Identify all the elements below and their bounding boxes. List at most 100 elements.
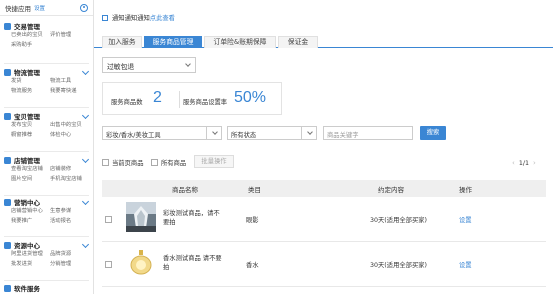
eyeshadow-product-thumbnail[interactable] xyxy=(126,202,156,232)
sidebar-item[interactable]: 橱窗推荐 xyxy=(11,131,50,140)
sidebar-section-name: 店铺管理 xyxy=(14,157,40,165)
sidebar-item[interactable]: 店铺装修 xyxy=(50,165,90,174)
notice-text: 通知通知通知 xyxy=(112,15,150,22)
notice-icon xyxy=(102,14,108,21)
search-button[interactable]: 搜索 xyxy=(420,126,446,140)
sidebar-section-items: 宝贝管理 发布宝贝 出售中的宝贝 橱窗推荐 体检中心 xyxy=(0,111,94,140)
notice-bar: 通知通知通知 点此查看 xyxy=(102,13,175,22)
keyword-input-placeholder: 商品关键字 xyxy=(327,131,359,139)
perfume-product-thumbnail[interactable] xyxy=(126,247,156,277)
tab-join-service[interactable]: 加入服务 xyxy=(102,36,142,48)
checkbox[interactable] xyxy=(151,159,158,166)
row-checkbox[interactable] xyxy=(105,261,112,268)
category-select[interactable]: 彩妆/香水/美妆工具 xyxy=(102,126,222,140)
chevron-down-icon xyxy=(212,129,218,135)
sidebar-section-name: 物流管理 xyxy=(14,69,40,77)
sidebar-item[interactable]: 店铺营销中心 xyxy=(11,207,50,216)
status-select-value: 所有状态 xyxy=(231,131,257,139)
shop-icon xyxy=(4,156,11,164)
divider xyxy=(4,280,89,281)
chevron-down-icon[interactable] xyxy=(81,155,90,163)
service-select[interactable]: 过敏包退 xyxy=(102,57,196,73)
sidebar-item[interactable]: 评价管理 xyxy=(50,31,90,40)
sidebar-section-resources: 资源中心 阿里进货管理 品牌货源 批发进货 分销管理 xyxy=(0,240,94,269)
divider xyxy=(4,63,89,64)
sidebar-item[interactable]: 发布宝贝 xyxy=(11,121,50,130)
sidebar-item[interactable]: 发货 xyxy=(11,77,50,86)
set-action-link[interactable]: 设置 xyxy=(459,215,472,224)
column-header-contract: 约定内容 xyxy=(378,186,404,194)
select-all-label: 所有商品 xyxy=(161,160,187,167)
sidebar-section-title[interactable]: 营销中心 xyxy=(0,197,94,207)
sidebar-section-name: 资源中心 xyxy=(14,242,40,250)
pagination: ‹ 1/1 › xyxy=(512,159,536,167)
batch-operation-button[interactable]: 批量操作 xyxy=(194,155,234,168)
sidebar-item[interactable]: 阿里进货管理 xyxy=(11,250,50,259)
tab-order-insurance[interactable]: 订单险&账期保障 xyxy=(204,36,276,48)
sidebar: 快捷应用 设置 交易管理 已卖出的宝贝 评价管理 采购助手 物流管理 发货 物流… xyxy=(0,0,94,294)
stats-panel: 服务商品数 2 服务商品设置率 50% xyxy=(102,82,282,115)
service-rate-value: 50% xyxy=(234,89,267,106)
sidebar-section-trade: 交易管理 已卖出的宝贝 评价管理 采购助手 xyxy=(0,21,94,50)
service-rate-label: 服务商品设置率 xyxy=(183,99,228,106)
sidebar-item[interactable]: 已卖出的宝贝 xyxy=(11,31,50,40)
set-action-link[interactable]: 设置 xyxy=(459,260,472,269)
sidebar-section-shop: 店铺管理 查看淘宝店铺 店铺装修 图片空间 手机淘宝店铺 xyxy=(0,155,94,184)
table-row: 彩妆测试商品，请不要拍 眼影 30天(适用全部买家) 设置 xyxy=(102,197,546,242)
gear-icon[interactable] xyxy=(80,3,88,12)
chevron-down-icon[interactable] xyxy=(81,111,90,119)
sidebar-section-name: 营销中心 xyxy=(14,199,40,207)
chevron-down-icon[interactable] xyxy=(81,240,90,248)
sidebar-item[interactable]: 生意参谋 xyxy=(50,207,90,216)
sidebar-item[interactable]: 我要寄快递 xyxy=(50,87,90,96)
product-name[interactable]: 香水测试商品 请不要拍 xyxy=(163,254,223,272)
sidebar-item[interactable]: 我要推广 xyxy=(11,217,50,226)
sidebar-item[interactable]: 查看淘宝店铺 xyxy=(11,165,50,174)
sidebar-item[interactable]: 出售中的宝贝 xyxy=(50,121,90,130)
row-checkbox[interactable] xyxy=(105,216,112,223)
divider xyxy=(301,127,302,139)
divider xyxy=(206,127,207,139)
divider xyxy=(4,236,89,237)
select-current-page[interactable]: 当前页商品 xyxy=(102,158,143,167)
sidebar-item[interactable]: 手机淘宝店铺 xyxy=(50,175,90,184)
tab-bar: 加入服务 服务商品管理 订单险&账期保障 保证金 xyxy=(94,36,553,48)
checkbox[interactable] xyxy=(102,159,109,166)
table-row: 香水测试商品 请不要拍 香水 30天(适用全部买家) 设置 xyxy=(102,242,546,287)
tab-deposit[interactable]: 保证金 xyxy=(278,36,318,48)
sidebar-item[interactable]: 采购助手 xyxy=(11,41,50,50)
trade-icon xyxy=(4,22,11,30)
sidebar-item[interactable]: 分销管理 xyxy=(50,260,90,269)
status-select[interactable]: 所有状态 xyxy=(227,126,317,140)
column-header-name: 商品名称 xyxy=(172,186,198,194)
sidebar-item[interactable]: 图片空间 xyxy=(11,175,50,184)
sidebar-section-title[interactable]: 店铺管理 xyxy=(0,155,94,165)
sidebar-item[interactable]: 品牌货源 xyxy=(50,250,90,259)
sidebar-item[interactable]: 物流服务 xyxy=(11,87,50,96)
sidebar-item[interactable]: 体检中心 xyxy=(50,131,90,140)
notice-link[interactable]: 点此查看 xyxy=(150,13,175,22)
tab-service-items[interactable]: 服务商品管理 xyxy=(144,36,202,48)
sidebar-section-title[interactable]: 物流管理 xyxy=(0,67,94,77)
resource-icon xyxy=(4,241,11,249)
prev-page-icon[interactable]: ‹ xyxy=(512,159,515,167)
logistics-icon xyxy=(4,68,11,76)
sidebar-item[interactable]: 活动报名 xyxy=(50,217,90,226)
page-indicator: 1/1 xyxy=(518,159,529,167)
next-page-icon[interactable]: › xyxy=(533,159,536,167)
sidebar-section-title[interactable]: 交易管理 xyxy=(0,21,94,31)
sidebar-settings-link[interactable]: 设置 xyxy=(34,4,45,12)
sidebar-section-title[interactable]: 资源中心 xyxy=(0,240,94,250)
chevron-down-icon[interactable] xyxy=(81,67,90,75)
chevron-down-icon[interactable] xyxy=(81,197,90,205)
chevron-down-icon xyxy=(185,61,191,67)
sidebar-section-title[interactable]: 宝贝管理 xyxy=(0,111,94,121)
sidebar-item[interactable]: 批发进货 xyxy=(11,260,50,269)
product-category: 香水 xyxy=(246,262,259,269)
column-header-action: 操作 xyxy=(459,186,472,194)
sidebar-section-title[interactable]: 软件服务 xyxy=(0,283,94,293)
keyword-input[interactable]: 商品关键字 xyxy=(323,126,413,140)
sidebar-item[interactable]: 物流工具 xyxy=(50,77,90,86)
select-all-items[interactable]: 所有商品 xyxy=(151,158,186,167)
product-name[interactable]: 彩妆测试商品，请不要拍 xyxy=(163,209,223,227)
